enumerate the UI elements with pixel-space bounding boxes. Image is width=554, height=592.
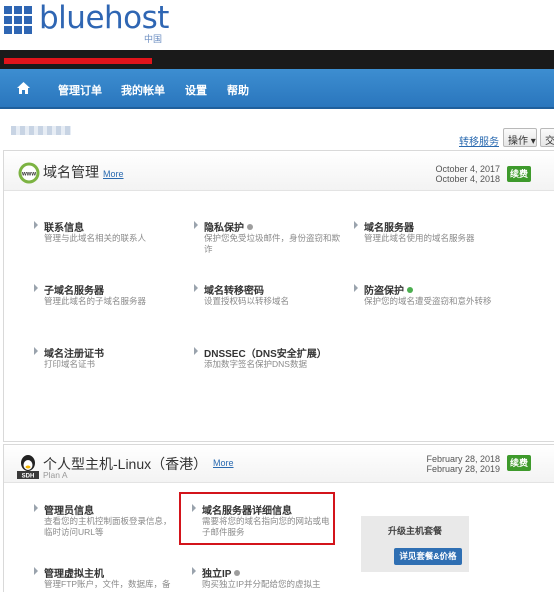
redacted-account-name bbox=[4, 58, 152, 64]
arrow-icon bbox=[33, 567, 39, 575]
item-transfer-code-desc: 设置授权码以转移域名 bbox=[204, 296, 290, 306]
item-dedicated-ip[interactable]: 独立IP bbox=[202, 565, 241, 580]
arrow-icon bbox=[33, 504, 39, 512]
nav-manage-orders[interactable]: 管理订单 bbox=[58, 82, 102, 98]
item-admin-info[interactable]: 管理员信息 bbox=[44, 502, 94, 517]
arrow-icon bbox=[353, 284, 359, 292]
bluehost-logo-icon bbox=[4, 6, 32, 34]
arrow-icon bbox=[33, 221, 39, 229]
sdh-label: SDH bbox=[22, 474, 35, 480]
domain-more-link[interactable]: More bbox=[103, 169, 124, 179]
domain-section-title: 域名管理 bbox=[43, 164, 99, 180]
status-dot-green-icon bbox=[407, 287, 413, 293]
item-manage-hosting[interactable]: 管理虚拟主机 bbox=[44, 565, 104, 580]
domain-section-header: www 域名管理 More October 4, 2017 October 4,… bbox=[4, 151, 554, 191]
item-privacy-desc: 保护您免受垃圾邮件，身份盗窃和欺诈 bbox=[204, 233, 341, 254]
hosting-plan-label: Plan A bbox=[43, 470, 68, 480]
arrow-icon bbox=[191, 567, 197, 575]
item-dnssec-desc: 添加数字签名保护DNS数据 bbox=[204, 359, 307, 369]
logo-bar: bluehost 中国 bbox=[0, 0, 554, 50]
arrow-icon bbox=[193, 221, 199, 229]
domain-date-start: October 4, 2017 bbox=[435, 164, 500, 174]
status-dot-gray-icon bbox=[234, 570, 241, 576]
domain-date-end: October 4, 2018 bbox=[435, 174, 500, 184]
item-dnssec[interactable]: DNSSEC（DNS安全扩展） bbox=[204, 345, 327, 360]
nav-help[interactable]: 帮助 bbox=[227, 82, 249, 98]
item-admin-info-desc: 查看您的主机控制面板登录信息，临时访问URL等 bbox=[44, 516, 172, 537]
arrow-icon bbox=[33, 284, 39, 292]
item-contact-info-desc: 管理与此域名相关的联系人 bbox=[44, 233, 147, 243]
item-nameservers[interactable]: 域名服务器 bbox=[364, 219, 414, 234]
hosting-date-start: February 28, 2018 bbox=[426, 454, 500, 464]
arrow-icon bbox=[33, 347, 39, 355]
item-nameservers-desc: 管理此域名使用的域名服务器 bbox=[364, 233, 475, 243]
svg-text:www: www bbox=[21, 172, 36, 178]
item-child-nameservers[interactable]: 子域名服务器 bbox=[44, 282, 104, 297]
item-transfer-code[interactable]: 域名转移密码 bbox=[204, 282, 264, 297]
item-privacy[interactable]: 隐私保护 bbox=[204, 219, 253, 234]
item-theft-protection[interactable]: 防盗保护 bbox=[364, 282, 413, 297]
nav-settings[interactable]: 设置 bbox=[185, 82, 207, 98]
item-theft-protection-desc: 保护您的域名遭受盗窃和意外转移 bbox=[364, 296, 492, 306]
www-globe-icon: www bbox=[18, 162, 40, 184]
item-manage-hosting-desc: 管理FTP账户，文件，数据库，备 bbox=[44, 579, 171, 589]
hosting-renew-button[interactable]: 续费 bbox=[507, 455, 531, 471]
status-dot-gray-icon bbox=[247, 224, 253, 230]
arrow-icon bbox=[193, 284, 199, 292]
upgrade-plan-box: 升级主机套餐 详见套餐&价格 bbox=[361, 516, 469, 572]
hosting-date-end: February 28, 2019 bbox=[426, 464, 500, 474]
blurred-breadcrumb bbox=[11, 126, 71, 135]
main-nav: 管理订单 我的帐单 设置 帮助 bbox=[0, 69, 554, 109]
hosting-more-link[interactable]: More bbox=[213, 458, 234, 468]
exchange-button[interactable]: 交 bbox=[540, 128, 554, 147]
nav-my-billing[interactable]: 我的帐单 bbox=[121, 82, 165, 98]
brand-name: bluehost bbox=[39, 0, 169, 36]
home-icon[interactable] bbox=[17, 82, 30, 94]
domain-renew-button[interactable]: 续费 bbox=[507, 166, 531, 182]
item-dedicated-ip-desc: 购买独立IP并分配给您的虚拟主 bbox=[202, 579, 321, 589]
operations-dropdown[interactable]: 操作 ▾ bbox=[503, 128, 537, 147]
transfer-service-link[interactable]: 转移服务 bbox=[459, 133, 499, 148]
highlight-box bbox=[179, 492, 335, 545]
item-domain-certificate-desc: 打印域名证书 bbox=[44, 359, 96, 369]
sdh-server-icon: SDH bbox=[17, 455, 39, 480]
upgrade-plan-title: 升级主机套餐 bbox=[387, 526, 442, 536]
item-domain-certificate[interactable]: 域名注册证书 bbox=[44, 345, 104, 360]
brand-sub: 中国 bbox=[144, 34, 163, 44]
view-plans-button[interactable]: 详见套餐&价格 bbox=[394, 548, 462, 565]
arrow-icon bbox=[193, 347, 199, 355]
item-child-nameservers-desc: 管理此域名的子域名服务器 bbox=[44, 296, 147, 306]
hosting-section-header: SDH 个人型主机-Linux（香港） More February 28, 20… bbox=[4, 445, 554, 483]
item-contact-info[interactable]: 联系信息 bbox=[44, 219, 84, 234]
arrow-icon bbox=[353, 221, 359, 229]
